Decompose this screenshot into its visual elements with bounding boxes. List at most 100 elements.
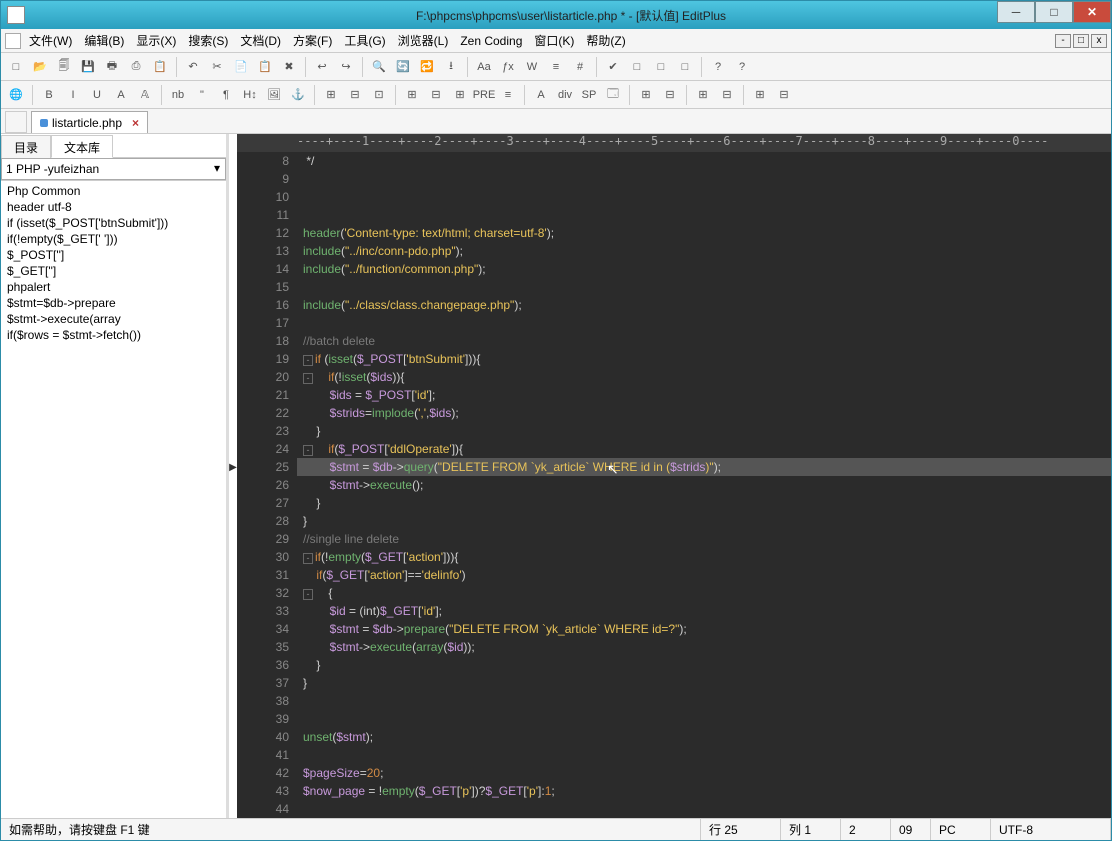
toolbar-button[interactable]: ⊡: [368, 84, 390, 106]
menu-view[interactable]: 显示(X): [136, 32, 176, 49]
snippet-item[interactable]: if (isset($_POST['btnSubmit'])): [5, 215, 222, 231]
menu-browser[interactable]: 浏览器(L): [398, 32, 449, 49]
toolbar-button[interactable]: □: [650, 56, 672, 78]
toolbar-button[interactable]: ⊞: [449, 84, 471, 106]
code-line[interactable]: -if(!empty($_GET['action'])){: [297, 548, 1111, 566]
toolbar-button[interactable]: ≡: [497, 84, 519, 106]
code-line[interactable]: unset($stmt);: [297, 728, 1111, 746]
toolbar-button[interactable]: ✂: [206, 56, 228, 78]
toolbar-button[interactable]: 𝔸: [134, 84, 156, 106]
code-line[interactable]: $strids=implode(',',$ids);: [297, 404, 1111, 422]
code-line[interactable]: [297, 278, 1111, 296]
code-line[interactable]: -if (isset($_POST['btnSubmit'])){: [297, 350, 1111, 368]
sidebar-tab-cliptext[interactable]: 文本库: [51, 135, 113, 158]
toolbar-button[interactable]: ✔: [602, 56, 624, 78]
toolbar-button[interactable]: 📂: [29, 56, 51, 78]
menu-project[interactable]: 方案(F): [293, 32, 332, 49]
code-line[interactable]: $stmt->execute(array($id));: [297, 638, 1111, 656]
toolbar-button[interactable]: □: [626, 56, 648, 78]
toolbar-button[interactable]: ⊞: [749, 84, 771, 106]
toolbar-button[interactable]: 🗔: [602, 84, 624, 106]
toolbar-button[interactable]: 📄: [230, 56, 252, 78]
code-line[interactable]: [297, 800, 1111, 818]
toolbar-button[interactable]: ⊟: [344, 84, 366, 106]
menu-zen[interactable]: Zen Coding: [460, 34, 522, 48]
code-line[interactable]: //single line delete: [297, 530, 1111, 548]
menu-tools[interactable]: 工具(G): [344, 32, 385, 49]
code-line[interactable]: if($_GET['action']=='delinfo'): [297, 566, 1111, 584]
close-button[interactable]: ✕: [1073, 1, 1111, 23]
toolbar-button[interactable]: ⊟: [425, 84, 447, 106]
titlebar[interactable]: F:\phpcms\phpcms\user\listarticle.php * …: [1, 1, 1111, 29]
code-line[interactable]: }: [297, 674, 1111, 692]
toolbar-button[interactable]: I: [62, 84, 84, 106]
sidebar-tab-directory[interactable]: 目录: [1, 135, 51, 158]
snippet-item[interactable]: $_GET['']: [5, 263, 222, 279]
toolbar-button[interactable]: 🖼: [263, 84, 285, 106]
toolbar-button[interactable]: 🔍: [368, 56, 390, 78]
code-line[interactable]: [297, 710, 1111, 728]
menu-search[interactable]: 搜索(S): [188, 32, 228, 49]
toolbar-button[interactable]: ↶: [182, 56, 204, 78]
toolbar-button[interactable]: 💾: [77, 56, 99, 78]
toolbar-button[interactable]: ✖: [278, 56, 300, 78]
code-line[interactable]: header('Content-type: text/html; charset…: [297, 224, 1111, 242]
toolbar-button[interactable]: ƒx: [497, 56, 519, 78]
code-line[interactable]: }: [297, 494, 1111, 512]
code-line[interactable]: [297, 188, 1111, 206]
code-line[interactable]: //batch delete: [297, 332, 1111, 350]
toolbar-button[interactable]: ⊞: [635, 84, 657, 106]
code-line[interactable]: }: [297, 656, 1111, 674]
code-line[interactable]: - {: [297, 584, 1111, 602]
toolbar-button[interactable]: ?: [731, 56, 753, 78]
toolbar-button[interactable]: ⚓: [287, 84, 309, 106]
tab-listarticle[interactable]: listarticle.php ×: [31, 111, 148, 133]
code-line[interactable]: $pageSize=20;: [297, 764, 1111, 782]
toolbar-button[interactable]: 📋: [149, 56, 171, 78]
toolbar-button[interactable]: ": [191, 84, 213, 106]
toolbar-button[interactable]: div: [554, 84, 576, 106]
snippet-list[interactable]: Php Commonheader utf-8if (isset($_POST['…: [1, 181, 226, 818]
toolbar-button[interactable]: ↪: [335, 56, 357, 78]
toolbar-button[interactable]: ⊞: [320, 84, 342, 106]
toolbar-button[interactable]: ?: [707, 56, 729, 78]
toolbar-button[interactable]: ≡: [545, 56, 567, 78]
code-line[interactable]: [297, 170, 1111, 188]
code-line[interactable]: include("../function/common.php");: [297, 260, 1111, 278]
code-line[interactable]: $now_page = !empty($_GET['p'])?$_GET['p'…: [297, 782, 1111, 800]
toolbar-button[interactable]: U: [86, 84, 108, 106]
toolbar-button[interactable]: W: [521, 56, 543, 78]
toolbar-button[interactable]: H↕: [239, 84, 261, 106]
code-line[interactable]: $ids = $_POST['id'];: [297, 386, 1111, 404]
toolbar-button[interactable]: ⊞: [401, 84, 423, 106]
toolbar-button[interactable]: ¶: [215, 84, 237, 106]
code-line[interactable]: }: [297, 512, 1111, 530]
snippet-item[interactable]: header utf-8: [5, 199, 222, 215]
toolbar-button[interactable]: 🔄: [392, 56, 414, 78]
snippet-category-select[interactable]: [1, 158, 226, 180]
tab-close-icon[interactable]: ×: [132, 116, 139, 130]
mdi-restore-button[interactable]: □: [1073, 34, 1089, 48]
minimize-button[interactable]: ─: [997, 1, 1035, 23]
code-line[interactable]: - if($_POST['ddlOperate']){: [297, 440, 1111, 458]
maximize-button[interactable]: □: [1035, 1, 1073, 23]
code-line[interactable]: */: [297, 152, 1111, 170]
toolbar-button[interactable]: #: [569, 56, 591, 78]
menu-help[interactable]: 帮助(Z): [586, 32, 625, 49]
snippet-item[interactable]: $stmt->execute(array: [5, 311, 222, 327]
snippet-item[interactable]: $_POST['']: [5, 247, 222, 263]
code-line[interactable]: include("../inc/conn-pdo.php");: [297, 242, 1111, 260]
toolbar-button[interactable]: 🗐: [53, 56, 75, 78]
toolbar-button[interactable]: □: [674, 56, 696, 78]
menu-edit[interactable]: 编辑(B): [84, 32, 124, 49]
toolbar-button[interactable]: 🖶: [101, 56, 123, 78]
toolbar-button[interactable]: ⊟: [659, 84, 681, 106]
code-line[interactable]: }: [297, 422, 1111, 440]
toolbar-button[interactable]: A: [110, 84, 132, 106]
toolbar-button[interactable]: ⎙: [125, 56, 147, 78]
toolbar-button[interactable]: PRE: [473, 84, 495, 106]
mdi-close-button[interactable]: x: [1091, 34, 1107, 48]
code-line[interactable]: [297, 746, 1111, 764]
menu-document[interactable]: 文档(D): [240, 32, 281, 49]
code-line[interactable]: $stmt->execute();: [297, 476, 1111, 494]
